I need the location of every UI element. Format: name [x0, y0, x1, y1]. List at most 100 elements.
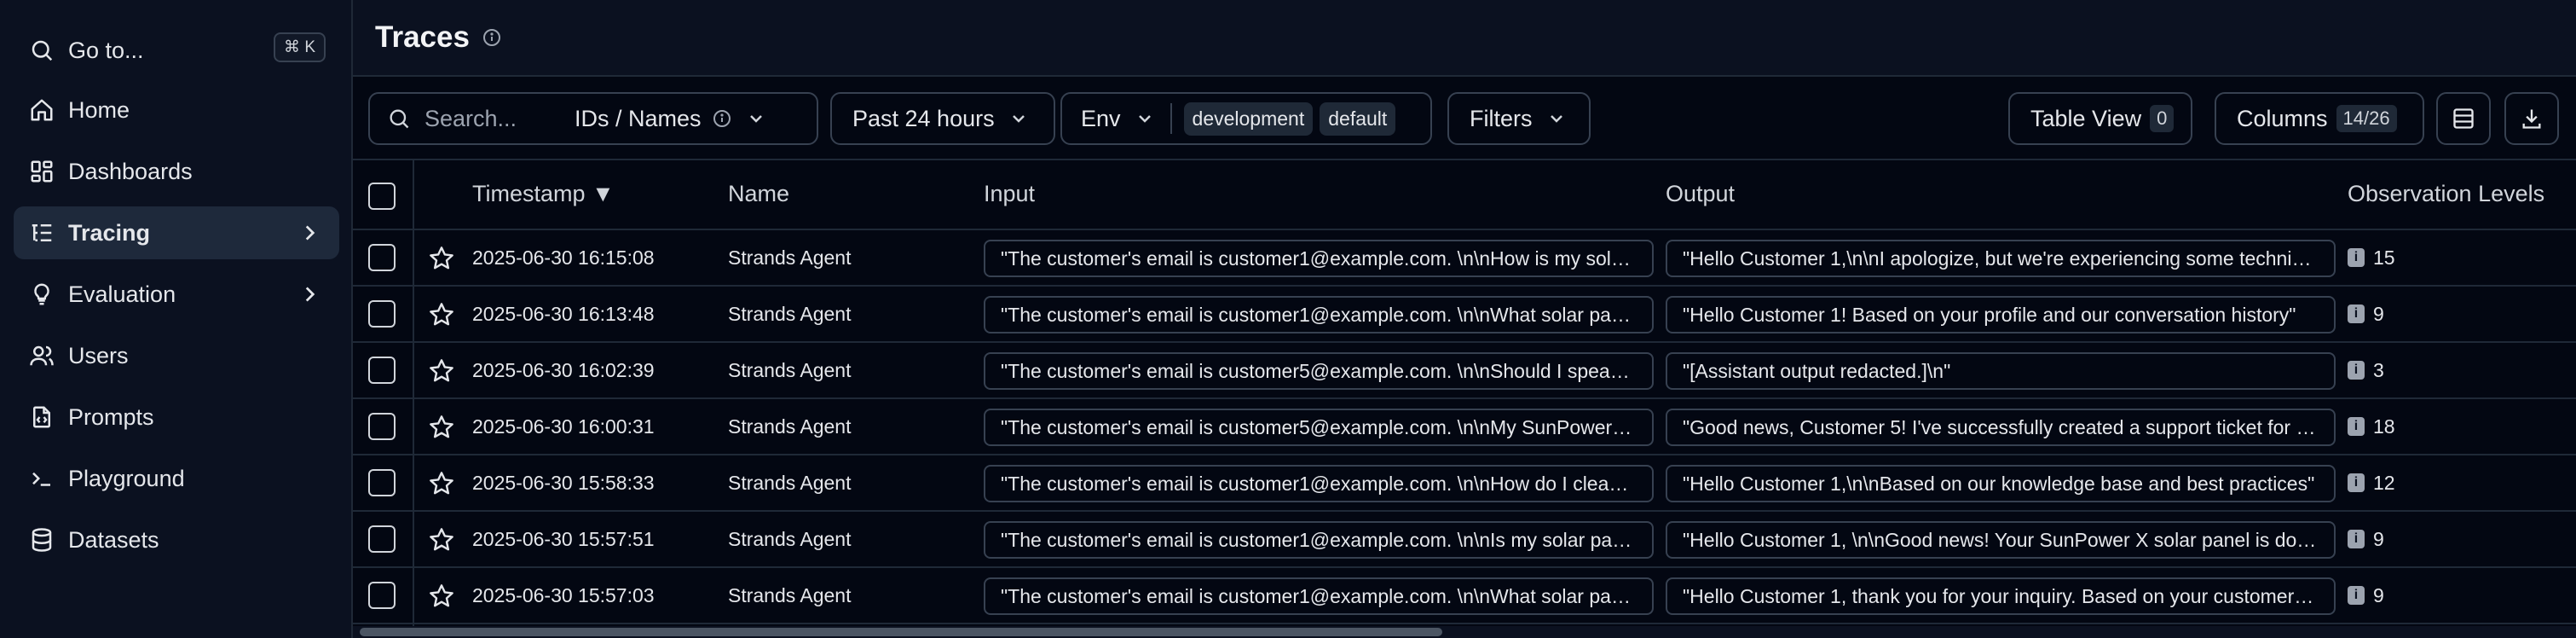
horizontal-scrollbar[interactable] [353, 626, 2576, 638]
file-code-icon [27, 403, 56, 432]
table-row[interactable]: 2025-06-30 16:00:31 Strands Agent "The cus… [353, 399, 2576, 455]
sidebar-item-users[interactable]: Users [14, 329, 339, 382]
input-cell[interactable]: "The customer's email is customer1@examp… [984, 577, 1654, 615]
input-cell[interactable]: "The customer's email is customer1@examp… [984, 465, 1654, 502]
scrollbar-thumb[interactable] [360, 628, 1442, 636]
columns-button[interactable]: Columns 14/26 [2215, 92, 2424, 145]
star-icon[interactable] [428, 470, 455, 497]
input-cell[interactable]: "The customer's email is customer1@examp… [984, 296, 1654, 334]
name-cell: Strands Agent [728, 527, 852, 550]
name-cell: Strands Agent [728, 415, 852, 438]
sidebar-item-tracing[interactable]: Tracing [14, 206, 339, 259]
input-cell[interactable]: "The customer's email is customer5@examp… [984, 352, 1654, 390]
home-icon [27, 96, 56, 125]
column-header-observation-levels[interactable]: Observation Levels [2348, 181, 2544, 207]
info-level-icon: i [2348, 304, 2365, 323]
toolbar: Search... IDs / Names Past 24 hours Env … [353, 77, 2576, 160]
table-header: Timestamp ▼ Name Input Output Observatio… [353, 160, 2576, 230]
database-icon [27, 525, 56, 554]
input-text: "The customer's email is customer1@examp… [1001, 472, 1637, 495]
traces-table: Timestamp ▼ Name Input Output Observatio… [353, 160, 2576, 638]
observation-levels-cell: i9 [2348, 512, 2384, 566]
output-text: "Hello Customer 1, thank you for your in… [1683, 584, 2319, 607]
table-row[interactable]: 2025-06-30 15:58:33 Strands Agent "The cus… [353, 455, 2576, 512]
sidebar-item-playground[interactable]: Playground [14, 452, 339, 505]
column-header-name[interactable]: Name [728, 181, 789, 207]
search-icon [27, 36, 56, 65]
timestamp-cell: 2025-06-30 15:57:51 [472, 527, 655, 550]
observation-levels-cell: i9 [2348, 568, 2384, 623]
column-header-input[interactable]: Input [984, 181, 1035, 207]
input-cell[interactable]: "The customer's email is customer5@examp… [984, 409, 1654, 446]
input-cell[interactable]: "The customer's email is customer1@examp… [984, 240, 1654, 277]
search-mode-select[interactable]: IDs / Names [575, 106, 702, 132]
info-level-icon: i [2348, 586, 2365, 605]
output-cell[interactable]: "Good news, Customer 5! I've successfull… [1666, 409, 2336, 446]
row-checkbox[interactable] [368, 413, 396, 440]
input-text: "The customer's email is customer5@examp… [1001, 415, 1637, 438]
row-checkbox[interactable] [368, 357, 396, 384]
row-checkbox[interactable] [368, 244, 396, 271]
input-text: "The customer's email is customer1@examp… [1001, 303, 1637, 326]
sidebar-item-home[interactable]: Home [14, 84, 339, 136]
row-checkbox[interactable] [368, 469, 396, 496]
chevron-down-icon [749, 115, 762, 123]
star-icon[interactable] [428, 583, 455, 610]
table-row[interactable]: 2025-06-30 16:15:08 Strands Agent "The cus… [353, 230, 2576, 287]
column-header-timestamp[interactable]: Timestamp ▼ [472, 181, 615, 207]
input-text: "The customer's email is customer5@examp… [1001, 359, 1637, 382]
chevron-right-icon [305, 287, 315, 302]
divider [1170, 103, 1172, 134]
observation-levels-cell: i 18 [2348, 399, 2395, 454]
table-row[interactable]: 2025-06-30 15:57:03 Strands Agent "The cus… [353, 568, 2576, 624]
env-filter[interactable]: Env development default [1060, 92, 1432, 145]
row-checkbox[interactable] [368, 582, 396, 609]
star-icon[interactable] [428, 357, 455, 385]
sidebar-item-dashboards[interactable]: Dashboards [14, 145, 339, 198]
output-cell[interactable]: "Hello Customer 1! Based on your profile… [1666, 296, 2336, 334]
select-all-checkbox[interactable] [368, 183, 396, 210]
search-input[interactable]: Search... [425, 106, 575, 132]
observation-count: 12 [2373, 471, 2395, 494]
input-text: "The customer's email is customer1@examp… [1001, 584, 1637, 607]
sidebar-item-label: Home [68, 96, 130, 123]
output-cell[interactable]: "Hello Customer 1,\n\nI apologize, but w… [1666, 240, 2336, 277]
timestamp-cell: 2025-06-30 15:58:33 [472, 471, 655, 494]
row-height-button[interactable] [2436, 92, 2491, 145]
star-icon[interactable] [428, 526, 455, 554]
star-icon[interactable] [428, 301, 455, 328]
sidebar-item-label: Prompts [68, 403, 154, 430]
table-view-label: Table View [2030, 105, 2142, 131]
input-cell[interactable]: "The customer's email is customer1@examp… [984, 521, 1654, 559]
output-cell[interactable]: "Hello Customer 1, thank you for your in… [1666, 577, 2336, 615]
filters-button[interactable]: Filters [1447, 92, 1591, 145]
star-icon[interactable] [428, 245, 455, 272]
output-cell[interactable]: "[Assistant output redacted.]\n" [1666, 352, 2336, 390]
output-cell[interactable]: "Hello Customer 1, \n\nGood news! Your S… [1666, 521, 2336, 559]
row-checkbox[interactable] [368, 525, 396, 553]
sidebar-item-datasets[interactable]: Datasets [14, 513, 339, 566]
env-chip: default [1320, 102, 1396, 136]
table-view-button[interactable]: Table View 0 [2008, 92, 2192, 145]
table-row[interactable]: 2025-06-30 16:13:48 Strands Agent "The cus… [353, 287, 2576, 343]
sidebar-item-label: Users [68, 342, 129, 368]
timestamp-cell: 2025-06-30 16:02:39 [472, 358, 655, 381]
star-icon[interactable] [428, 414, 455, 441]
table-row[interactable]: 2025-06-30 15:57:51 Strands Agent "The cus… [353, 512, 2576, 568]
search-box[interactable]: Search... IDs / Names [368, 92, 818, 145]
download-button[interactable] [2504, 92, 2559, 145]
sidebar-item-prompts[interactable]: Prompts [14, 391, 339, 444]
sidebar-item-label: Dashboards [68, 158, 193, 184]
output-cell[interactable]: "Hello Customer 1,\n\nBased on our knowl… [1666, 465, 2336, 502]
sidebar-item-label: Tracing [68, 219, 151, 246]
info-icon[interactable] [482, 27, 502, 48]
time-range-select[interactable]: Past 24 hours [830, 92, 1055, 145]
name-cell: Strands Agent [728, 358, 852, 381]
dashboard-icon [27, 157, 56, 186]
column-header-output[interactable]: Output [1666, 181, 1735, 207]
observation-levels-cell: i 15 [2348, 230, 2395, 285]
table-row[interactable]: 2025-06-30 16:02:39 Strands Agent "The cus… [353, 343, 2576, 399]
sidebar-item-evaluation[interactable]: Evaluation [14, 268, 339, 321]
row-checkbox[interactable] [368, 300, 396, 328]
info-icon[interactable] [712, 108, 732, 129]
